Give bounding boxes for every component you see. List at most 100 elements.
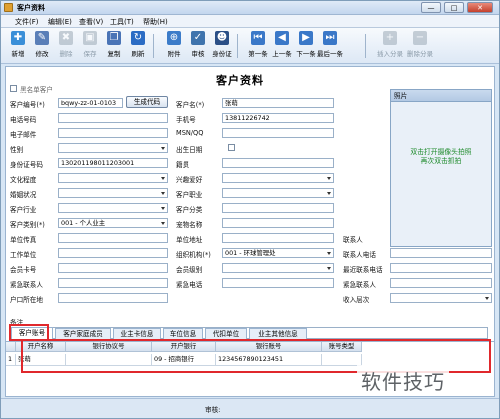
- left-field-input[interactable]: [58, 278, 168, 288]
- form-title: 客户资料: [216, 74, 264, 87]
- left-field-input[interactable]: [58, 233, 168, 243]
- menu-tools[interactable]: 工具(T): [110, 17, 134, 27]
- customer-window: 客户资料 — □ ✕ 文件(F) 编辑(E) 查看(V) 工具(T) 帮助(H)…: [0, 0, 500, 419]
- middle-field-input[interactable]: [222, 158, 334, 168]
- middle-field-label: 手机号: [176, 116, 196, 124]
- menu-edit[interactable]: 编辑(E): [48, 17, 72, 27]
- new-icon: ✚: [11, 31, 25, 45]
- middle-field-input[interactable]: [222, 218, 334, 228]
- middle-field-input[interactable]: [222, 188, 334, 198]
- delete-icon: ✖: [59, 31, 73, 45]
- left-field-input[interactable]: [58, 188, 168, 198]
- status-bar: 审核:: [1, 398, 499, 418]
- left-field-input[interactable]: [58, 293, 168, 303]
- birthdate-checkbox[interactable]: [228, 144, 235, 151]
- photo-box[interactable]: 照片 双击打开摄像头拍照 再次双击抓拍: [390, 89, 492, 247]
- delete-button[interactable]: ✖ 删除: [53, 31, 79, 58]
- left-field-input[interactable]: [58, 173, 168, 183]
- audit-icon: ✓: [191, 31, 205, 45]
- window-title: 客户资料: [17, 4, 45, 12]
- insert-entry-label: 插入分录: [377, 50, 403, 58]
- menu-view[interactable]: 查看(V): [79, 17, 103, 27]
- left-field-label: 紧急联系人: [10, 281, 43, 289]
- title-bar: 客户资料 — □ ✕: [1, 1, 499, 15]
- audit-label: 审核: [191, 50, 205, 58]
- right-field-input[interactable]: [390, 293, 492, 303]
- left-field-input[interactable]: [58, 143, 168, 153]
- left-field-label: 会员卡号: [10, 266, 37, 274]
- left-field-label: 婚姻状况: [10, 191, 37, 199]
- id-card-button[interactable]: ☻ 身份证: [209, 31, 235, 58]
- middle-field-input[interactable]: 张萌: [222, 98, 334, 108]
- new-button[interactable]: ✚ 新增: [5, 31, 31, 58]
- menu-file[interactable]: 文件(F): [15, 17, 39, 27]
- edit-button[interactable]: ✎ 修改: [29, 31, 55, 58]
- left-field-input[interactable]: [58, 248, 168, 258]
- blacklist-label: 黑名单客户: [20, 86, 53, 94]
- new-label: 新增: [11, 50, 25, 58]
- next-record-label: 下一条: [296, 50, 316, 58]
- previous-record-icon: ◀: [275, 31, 289, 45]
- middle-field-input[interactable]: [222, 233, 334, 243]
- middle-field-input[interactable]: 13811226742: [222, 113, 334, 123]
- middle-field-label: 籍贯: [176, 161, 190, 169]
- first-record-button[interactable]: ⏮ 第一条: [245, 31, 271, 58]
- left-field-input[interactable]: bqwy-zz-01-0103: [58, 98, 123, 108]
- maximize-button[interactable]: □: [444, 2, 464, 13]
- generate-code-button[interactable]: 生成代码: [126, 96, 168, 108]
- id-card-label: 身份证: [212, 50, 232, 58]
- attachment-label: 附件: [167, 50, 181, 58]
- left-field-label: 客户编号(*): [10, 101, 45, 109]
- blacklist-checkbox[interactable]: [10, 85, 17, 92]
- right-field-input[interactable]: [390, 263, 492, 273]
- save-icon: ▣: [83, 31, 97, 45]
- middle-field-input[interactable]: [222, 173, 334, 183]
- left-field-input[interactable]: [58, 263, 168, 273]
- middle-field-input[interactable]: [222, 263, 334, 273]
- middle-field-label: 出生日期: [176, 146, 203, 154]
- edit-label: 修改: [35, 50, 49, 58]
- left-field-label: 性别: [10, 146, 24, 154]
- id-card-icon: ☻: [215, 31, 229, 45]
- left-field-input[interactable]: 130201198011203001: [58, 158, 168, 168]
- middle-field-input[interactable]: 001 - 环球管理处: [222, 248, 334, 258]
- middle-field-label: 客户职业: [176, 191, 203, 199]
- minimize-button[interactable]: —: [421, 2, 441, 13]
- insert-entry-button[interactable]: + 插入分录: [373, 31, 407, 58]
- previous-record-button[interactable]: ◀ 上一条: [269, 31, 295, 58]
- menu-help[interactable]: 帮助(H): [143, 17, 168, 27]
- attachment-button[interactable]: ⊕ 附件: [161, 31, 187, 58]
- refresh-button[interactable]: ↻ 刷新: [125, 31, 151, 58]
- middle-field-input[interactable]: [222, 278, 334, 288]
- toolbar-separator: [153, 34, 154, 58]
- left-field-input[interactable]: 001 - 个人业主: [58, 218, 168, 228]
- copy-icon: ❐: [107, 31, 121, 45]
- audit-label: 审核:: [205, 406, 221, 414]
- next-record-button[interactable]: ▶ 下一条: [293, 31, 319, 58]
- right-field-label: 紧急联系人: [343, 281, 376, 289]
- copy-button[interactable]: ❐ 复制: [101, 31, 127, 58]
- right-field-input[interactable]: [390, 248, 492, 258]
- right-field-input[interactable]: [390, 278, 492, 288]
- row-number: 1: [6, 354, 16, 366]
- middle-field-input[interactable]: [222, 128, 334, 138]
- middle-field-label: 单位地址: [176, 236, 203, 244]
- copy-label: 复制: [107, 50, 121, 58]
- left-field-input[interactable]: [58, 203, 168, 213]
- left-field-label: 文化程度: [10, 176, 37, 184]
- audit-button[interactable]: ✓ 审核: [185, 31, 211, 58]
- left-field-input[interactable]: [58, 113, 168, 123]
- middle-field-label: 宠物名称: [176, 221, 203, 229]
- middle-field-input[interactable]: [222, 203, 334, 213]
- toolbar: ✚ 新增 ✎ 修改 ✖ 删除 ▣ 保存 ❐ 复制 ↻ 刷新 ⊕ 附件 ✓ 审核 ☻ 身份证 ⏮ 第一条 ◀ 上一条 ▶ 下一条…: [1, 28, 499, 64]
- delete-entry-button[interactable]: − 删除分录: [403, 31, 437, 58]
- left-field-label: 户口所在地: [10, 296, 43, 304]
- close-button[interactable]: ✕: [467, 2, 493, 13]
- insert-entry-icon: +: [383, 31, 397, 45]
- last-record-button[interactable]: ⏭ 最后一条: [317, 31, 343, 58]
- save-button[interactable]: ▣ 保存: [77, 31, 103, 58]
- right-field-label: 最近联系电话: [343, 266, 383, 274]
- delete-entry-label: 删除分录: [407, 50, 433, 58]
- left-field-input[interactable]: [58, 128, 168, 138]
- customer-form: 客户资料 黑名单客户 客户编号(*) bqwy-zz-01-0103 电话号码 电子邮…: [5, 66, 495, 342]
